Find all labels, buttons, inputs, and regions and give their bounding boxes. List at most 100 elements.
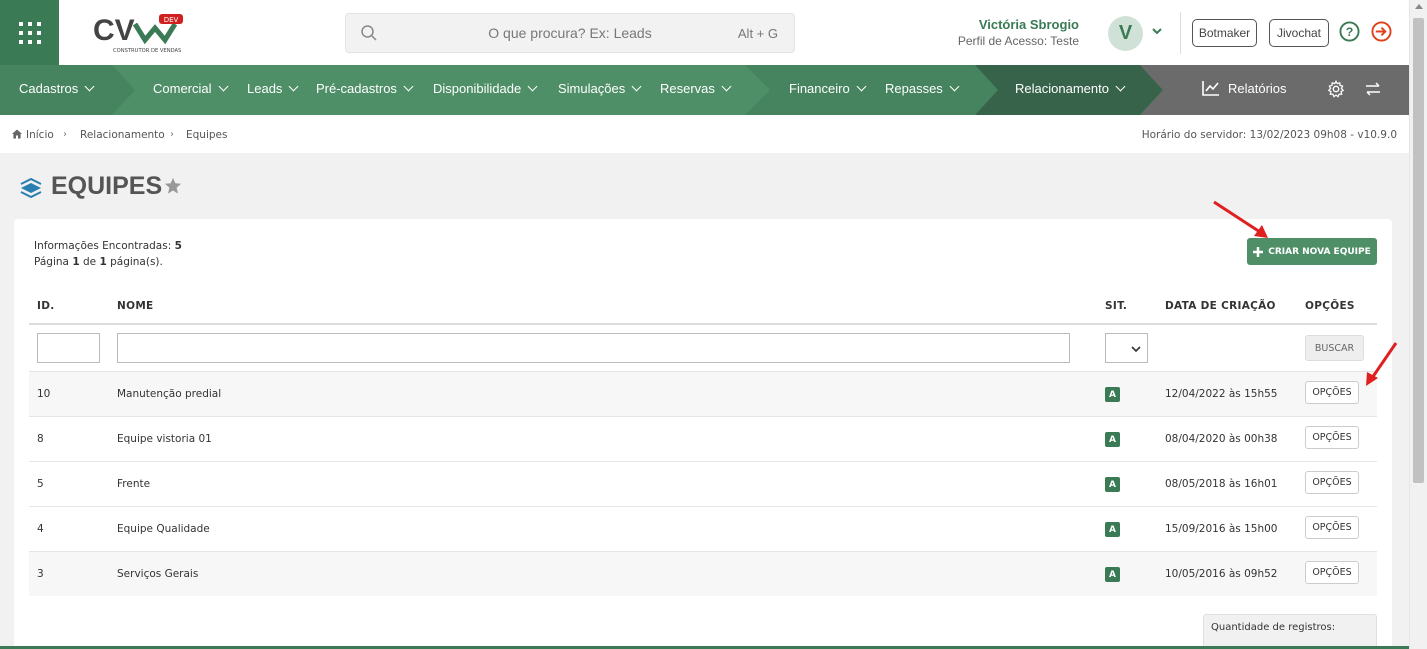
avatar[interactable]: V: [1108, 16, 1143, 51]
user-name[interactable]: Victória Sbrogio: [979, 17, 1079, 32]
create-team-label: CRIAR NOVA EQUIPE: [1268, 246, 1371, 257]
search-placeholder: O que procura? Ex: Leads: [488, 25, 652, 41]
logo-text: CV: [93, 14, 135, 47]
grid-icon: [18, 21, 41, 44]
row-date: 08/05/2018 às 16h01: [1165, 478, 1278, 490]
chevron-down-icon[interactable]: [1150, 24, 1164, 38]
status-badge: A: [1105, 522, 1120, 537]
status-filter-select[interactable]: [1105, 333, 1148, 363]
records-found-label: Informações Encontradas:: [34, 240, 172, 252]
server-time: Horário do servidor: 13/02/2023 09h08 - …: [1141, 129, 1397, 141]
nav-disponibilidade[interactable]: Disponibilidade: [433, 81, 538, 96]
swap-icon[interactable]: [1365, 82, 1381, 96]
plus-icon: [1253, 246, 1264, 257]
column-header-status[interactable]: SIT.: [1105, 300, 1127, 312]
gear-icon[interactable]: [1327, 80, 1345, 98]
table-row: 5 Frente A 08/05/2018 às 16h01 OPÇÕES: [29, 461, 1377, 506]
row-name[interactable]: Equipe vistoria 01: [117, 433, 212, 445]
row-options-button[interactable]: OPÇÕES: [1305, 561, 1359, 584]
nav-cadastros[interactable]: Cadastros: [19, 81, 95, 96]
nav-label: Leads: [247, 81, 283, 96]
nav-label: Comercial: [153, 81, 212, 96]
scroll-up-arrow[interactable]: [1415, 4, 1423, 9]
nav-repasses[interactable]: Repasses: [885, 81, 960, 96]
row-date: 12/04/2022 às 15h55: [1165, 388, 1278, 400]
records-per-page-label: Quantidade de registros:: [1211, 622, 1336, 633]
page-title: EQUIPES: [51, 172, 163, 200]
row-name[interactable]: Serviços Gerais: [117, 568, 198, 580]
nav-pre-cadastros[interactable]: Pré-cadastros: [316, 81, 414, 96]
row-options-button[interactable]: OPÇÕES: [1305, 516, 1359, 539]
top-header: CV DEV CONSTRUTOR DE VENDAS O que procur…: [0, 0, 1409, 65]
page-scrollbar[interactable]: [1409, 0, 1427, 649]
search-button[interactable]: BUSCAR: [1305, 335, 1364, 361]
nav-relatorios[interactable]: Relatórios: [1202, 80, 1287, 96]
page-current: 1: [72, 256, 80, 268]
create-team-button[interactable]: CRIAR NOVA EQUIPE: [1247, 238, 1377, 265]
search-shortcut: Alt + G: [737, 26, 778, 41]
row-options-button[interactable]: OPÇÕES: [1305, 381, 1359, 404]
column-header-id[interactable]: ID.: [37, 300, 55, 312]
records-found-count: 5: [174, 240, 182, 252]
column-header-date[interactable]: DATA DE CRIAÇÃO: [1165, 300, 1276, 312]
botmaker-button[interactable]: Botmaker: [1192, 19, 1257, 47]
logo-badge: DEV: [164, 16, 179, 24]
page-suffix: página(s).: [110, 256, 163, 268]
chart-line-icon: [1202, 81, 1219, 96]
status-badge: A: [1105, 567, 1120, 582]
breadcrumb-separator: ›: [170, 129, 174, 140]
help-icon[interactable]: ?: [1339, 21, 1360, 42]
logo-subtitle: CONSTRUTOR DE VENDAS: [113, 48, 181, 54]
table-row: 8 Equipe vistoria 01 A 08/04/2020 às 00h…: [29, 416, 1377, 461]
nav-label: Financeiro: [789, 81, 850, 96]
nav-label: Pré-cadastros: [316, 81, 397, 96]
layers-icon: [20, 177, 42, 198]
table-row: 10 Manutenção predial A 12/04/2022 às 15…: [29, 371, 1377, 416]
nav-relacionamento[interactable]: Relacionamento: [1015, 81, 1126, 96]
search-bar[interactable]: O que procura? Ex: Leads Alt + G: [345, 13, 795, 53]
status-badge: A: [1105, 387, 1120, 402]
page-of: de: [82, 256, 97, 268]
nav-simulacoes[interactable]: Simulações: [558, 81, 642, 96]
nav-financeiro[interactable]: Financeiro: [789, 81, 867, 96]
cv-logo[interactable]: CV DEV CONSTRUTOR DE VENDAS: [93, 10, 193, 56]
id-filter-input[interactable]: [37, 333, 100, 363]
records-per-page: Quantidade de registros:: [1203, 614, 1377, 649]
apps-menu-button[interactable]: [0, 0, 59, 65]
nav-reservas[interactable]: Reservas: [660, 81, 732, 96]
breadcrumb-separator: ›: [63, 129, 67, 140]
breadcrumb-section[interactable]: Relacionamento: [80, 129, 165, 141]
column-header-name[interactable]: NOME: [117, 300, 154, 312]
nav-label: Cadastros: [19, 81, 79, 96]
row-options-button[interactable]: OPÇÕES: [1305, 471, 1359, 494]
annotation-arrow: [1213, 200, 1268, 238]
row-date: 10/05/2016 às 09h52: [1165, 568, 1278, 580]
nav-label: Relacionamento: [1015, 81, 1109, 96]
page-word: Página: [34, 256, 69, 268]
annotation-arrow: [1366, 342, 1398, 386]
home-icon: [12, 129, 22, 139]
divider: [1180, 12, 1181, 54]
chevron-down-icon: [1131, 346, 1141, 353]
name-filter-input[interactable]: [117, 333, 1070, 363]
records-found: Informações Encontradas: 5: [34, 240, 182, 252]
breadcrumb-home[interactable]: Início: [26, 129, 54, 141]
nav-comercial[interactable]: Comercial: [153, 81, 228, 96]
nav-leads[interactable]: Leads: [247, 81, 299, 96]
row-options-button[interactable]: OPÇÕES: [1305, 426, 1359, 449]
page-total: 1: [99, 256, 107, 268]
status-badge: A: [1105, 432, 1120, 447]
jivochat-button[interactable]: Jivochat: [1269, 19, 1329, 47]
nav-label: Reservas: [660, 81, 715, 96]
row-name[interactable]: Manutenção predial: [117, 388, 221, 400]
row-id: 4: [37, 523, 44, 535]
nav-label: Repasses: [885, 81, 943, 96]
scroll-thumb[interactable]: [1413, 18, 1424, 483]
status-badge: A: [1105, 477, 1120, 492]
nav-label: Disponibilidade: [433, 81, 522, 96]
table-row: 4 Equipe Qualidade A 15/09/2016 às 15h00…: [29, 506, 1377, 551]
row-name[interactable]: Frente: [117, 478, 150, 490]
row-name[interactable]: Equipe Qualidade: [117, 523, 210, 535]
star-icon[interactable]: [164, 177, 182, 195]
logout-icon[interactable]: [1371, 21, 1392, 42]
